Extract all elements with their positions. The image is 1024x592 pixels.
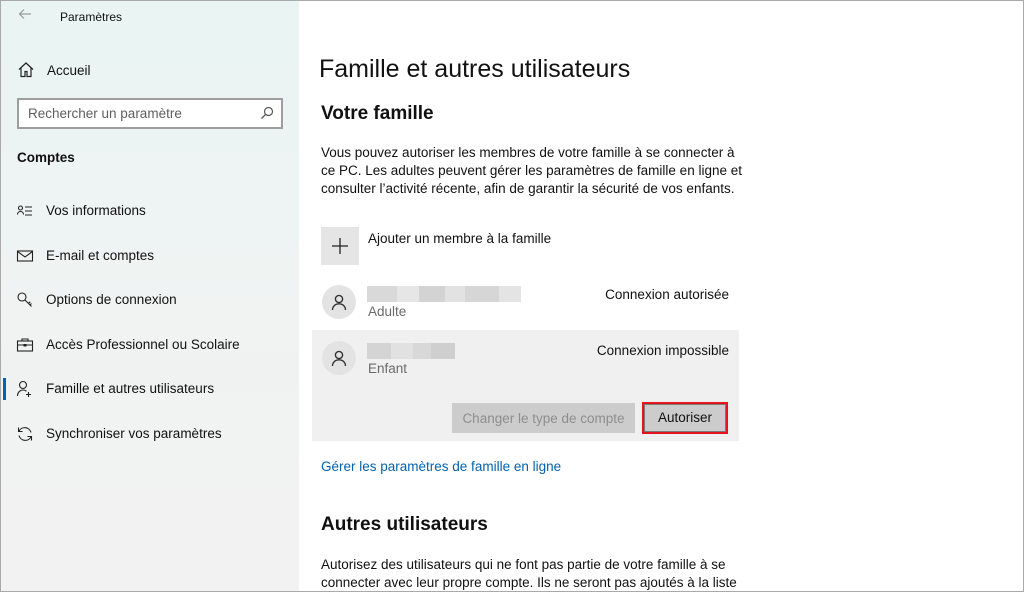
home-icon: [18, 62, 34, 78]
member-status: Connexion impossible: [596, 343, 729, 358]
sidebar-item-options-connexion[interactable]: Options de connexion: [1, 282, 299, 318]
user-card-icon: [16, 205, 32, 216]
blurred-name: [367, 343, 455, 359]
change-account-type-button[interactable]: Changer le type de compte: [452, 403, 635, 433]
other-users-description: Autorisez des utilisateurs qui ne font p…: [321, 557, 737, 590]
family-member-row[interactable]: Adulte Connexion autorisée: [312, 277, 739, 327]
page-title: Famille et autres utilisateurs: [319, 55, 631, 83]
avatar: [322, 285, 356, 319]
sidebar-item-label: Options de connexion: [46, 292, 177, 307]
add-family-member-button[interactable]: Ajouter un membre à la famille: [321, 227, 741, 267]
settings-window: Paramètres Accueil Comptes Vos informati…: [0, 0, 1024, 592]
search-input[interactable]: [19, 100, 249, 127]
sync-icon: [17, 427, 33, 441]
main-content: Famille et autres utilisateurs Votre fam…: [299, 1, 1023, 591]
add-member-label: Ajouter un membre à la famille: [368, 231, 552, 246]
member-status: Connexion autorisée: [605, 287, 729, 302]
sidebar-item-vos-informations[interactable]: Vos informations: [1, 193, 299, 229]
sidebar-item-label: Vos informations: [46, 203, 146, 218]
member-role: Adulte: [368, 304, 407, 319]
sidebar-item-label: E-mail et comptes: [46, 248, 155, 263]
avatar: [322, 341, 356, 375]
sidebar: Paramètres Accueil Comptes Vos informati…: [1, 1, 299, 591]
active-indicator: [3, 378, 6, 400]
other-users-heading: Autres utilisateurs: [321, 514, 488, 535]
app-title: Paramètres: [60, 10, 123, 24]
section-title: Comptes: [17, 150, 75, 165]
manage-family-online-link[interactable]: Gérer les paramètres de famille en ligne: [321, 459, 561, 474]
sidebar-item-synchroniser[interactable]: Synchroniser vos paramètres: [1, 416, 299, 452]
arrow-left-icon: [18, 9, 31, 19]
member-role: Enfant: [368, 361, 408, 376]
allow-button[interactable]: Autoriser: [642, 402, 728, 434]
family-member-row-selected[interactable]: Enfant Connexion impossible Changer le t…: [312, 330, 739, 441]
sidebar-item-label: Famille et autres utilisateurs: [46, 381, 215, 396]
sidebar-item-acces-professionnel[interactable]: Accès Professionnel ou Scolaire: [1, 327, 299, 363]
mail-icon: [16, 250, 34, 262]
add-person-icon: [16, 380, 31, 397]
search-box[interactable]: [17, 98, 283, 129]
search-icon[interactable]: [260, 106, 274, 120]
family-heading: Votre famille: [321, 103, 434, 124]
key-icon: [17, 292, 32, 307]
nav-home-label: Accueil: [47, 63, 91, 78]
briefcase-icon: [16, 338, 34, 352]
person-icon: [331, 294, 347, 311]
allow-button-label: Autoriser: [644, 404, 726, 432]
sidebar-item-label: Synchroniser vos paramètres: [46, 426, 222, 441]
blurred-name: [367, 286, 521, 302]
sidebar-item-famille[interactable]: Famille et autres utilisateurs: [1, 371, 299, 407]
nav-home[interactable]: Accueil: [1, 55, 299, 85]
family-description: Vous pouvez autoriser les membres de vot…: [321, 145, 742, 196]
person-icon: [331, 350, 347, 367]
add-tile: [321, 227, 359, 265]
plus-icon: [332, 238, 348, 254]
sidebar-item-label: Accès Professionnel ou Scolaire: [46, 337, 240, 352]
back-button[interactable]: [15, 7, 35, 27]
sidebar-item-email[interactable]: E-mail et comptes: [1, 238, 299, 274]
